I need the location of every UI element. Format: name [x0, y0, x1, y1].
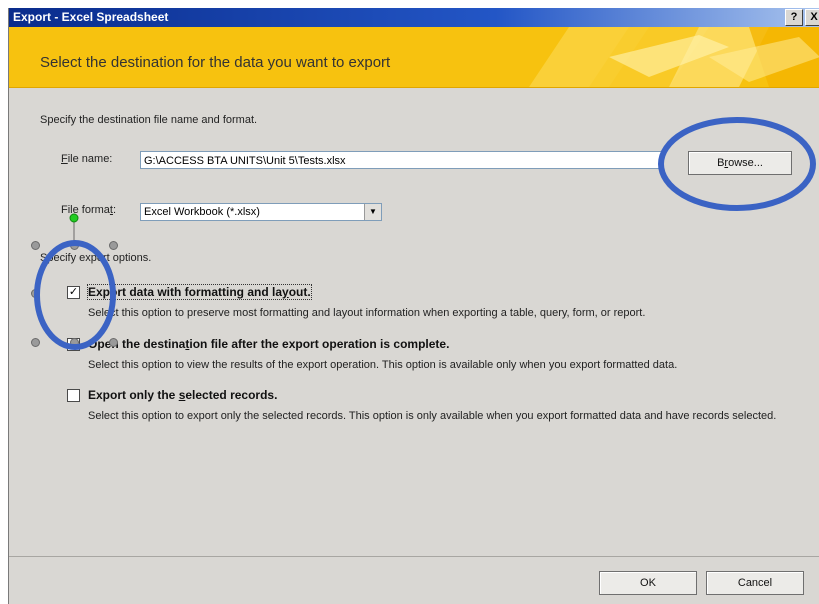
annotation-circle-browse [658, 117, 816, 211]
annotation-circle-checkbox [34, 240, 116, 350]
annotation-layer [34, 117, 816, 350]
export-dialog: Export - Excel Spreadsheet ? X Select th… [8, 8, 819, 604]
rotation-handle [69, 213, 79, 223]
